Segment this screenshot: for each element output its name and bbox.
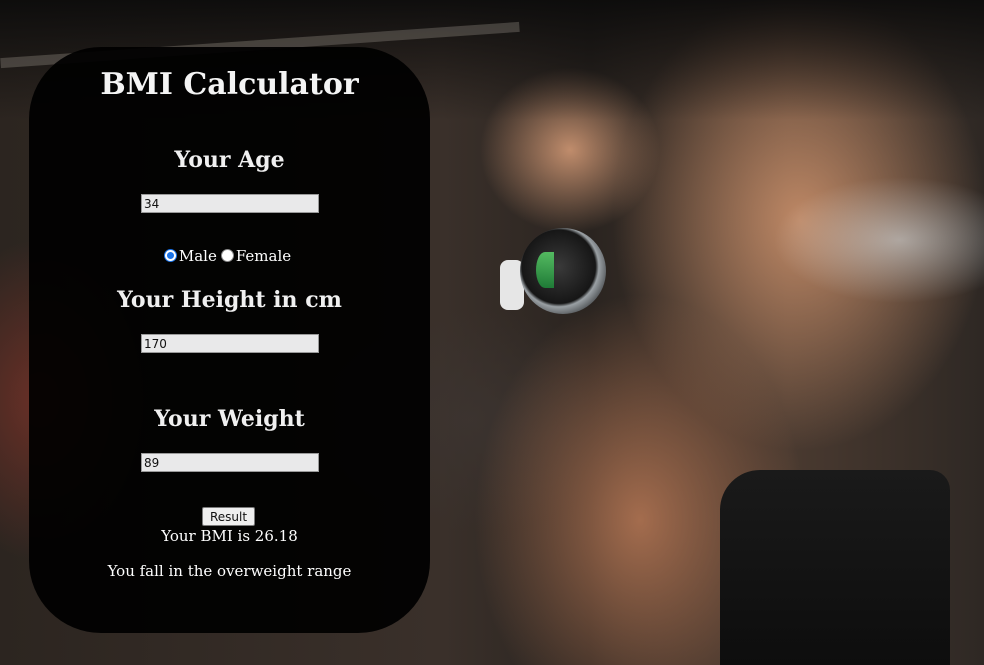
female-radio[interactable]: [220, 248, 234, 262]
page-title: BMI Calculator: [100, 67, 359, 102]
result-button[interactable]: Result: [202, 507, 255, 526]
height-input[interactable]: [141, 334, 319, 353]
background-sports-bra: [720, 470, 950, 665]
gender-option-female[interactable]: Female: [220, 247, 292, 265]
bmi-calculator-panel: BMI Calculator Your Age Male Female Your…: [29, 47, 430, 633]
gender-radio-group: Male Female: [29, 247, 430, 265]
bmi-range-text: You fall in the overweight range: [107, 562, 352, 580]
bmi-result-text: Your BMI is 26.18: [161, 527, 298, 545]
male-radio[interactable]: [163, 248, 177, 262]
female-label: Female: [235, 247, 292, 265]
gender-option-male[interactable]: Male: [163, 247, 217, 265]
age-input[interactable]: [141, 194, 319, 213]
weight-label: Your Weight: [154, 406, 305, 432]
age-label: Your Age: [174, 147, 285, 173]
weight-input[interactable]: [141, 453, 319, 472]
background-watch-screen: [536, 252, 554, 288]
height-label: Your Height in cm: [117, 287, 342, 313]
background-smartwatch: [520, 228, 606, 314]
male-label: Male: [178, 247, 217, 265]
